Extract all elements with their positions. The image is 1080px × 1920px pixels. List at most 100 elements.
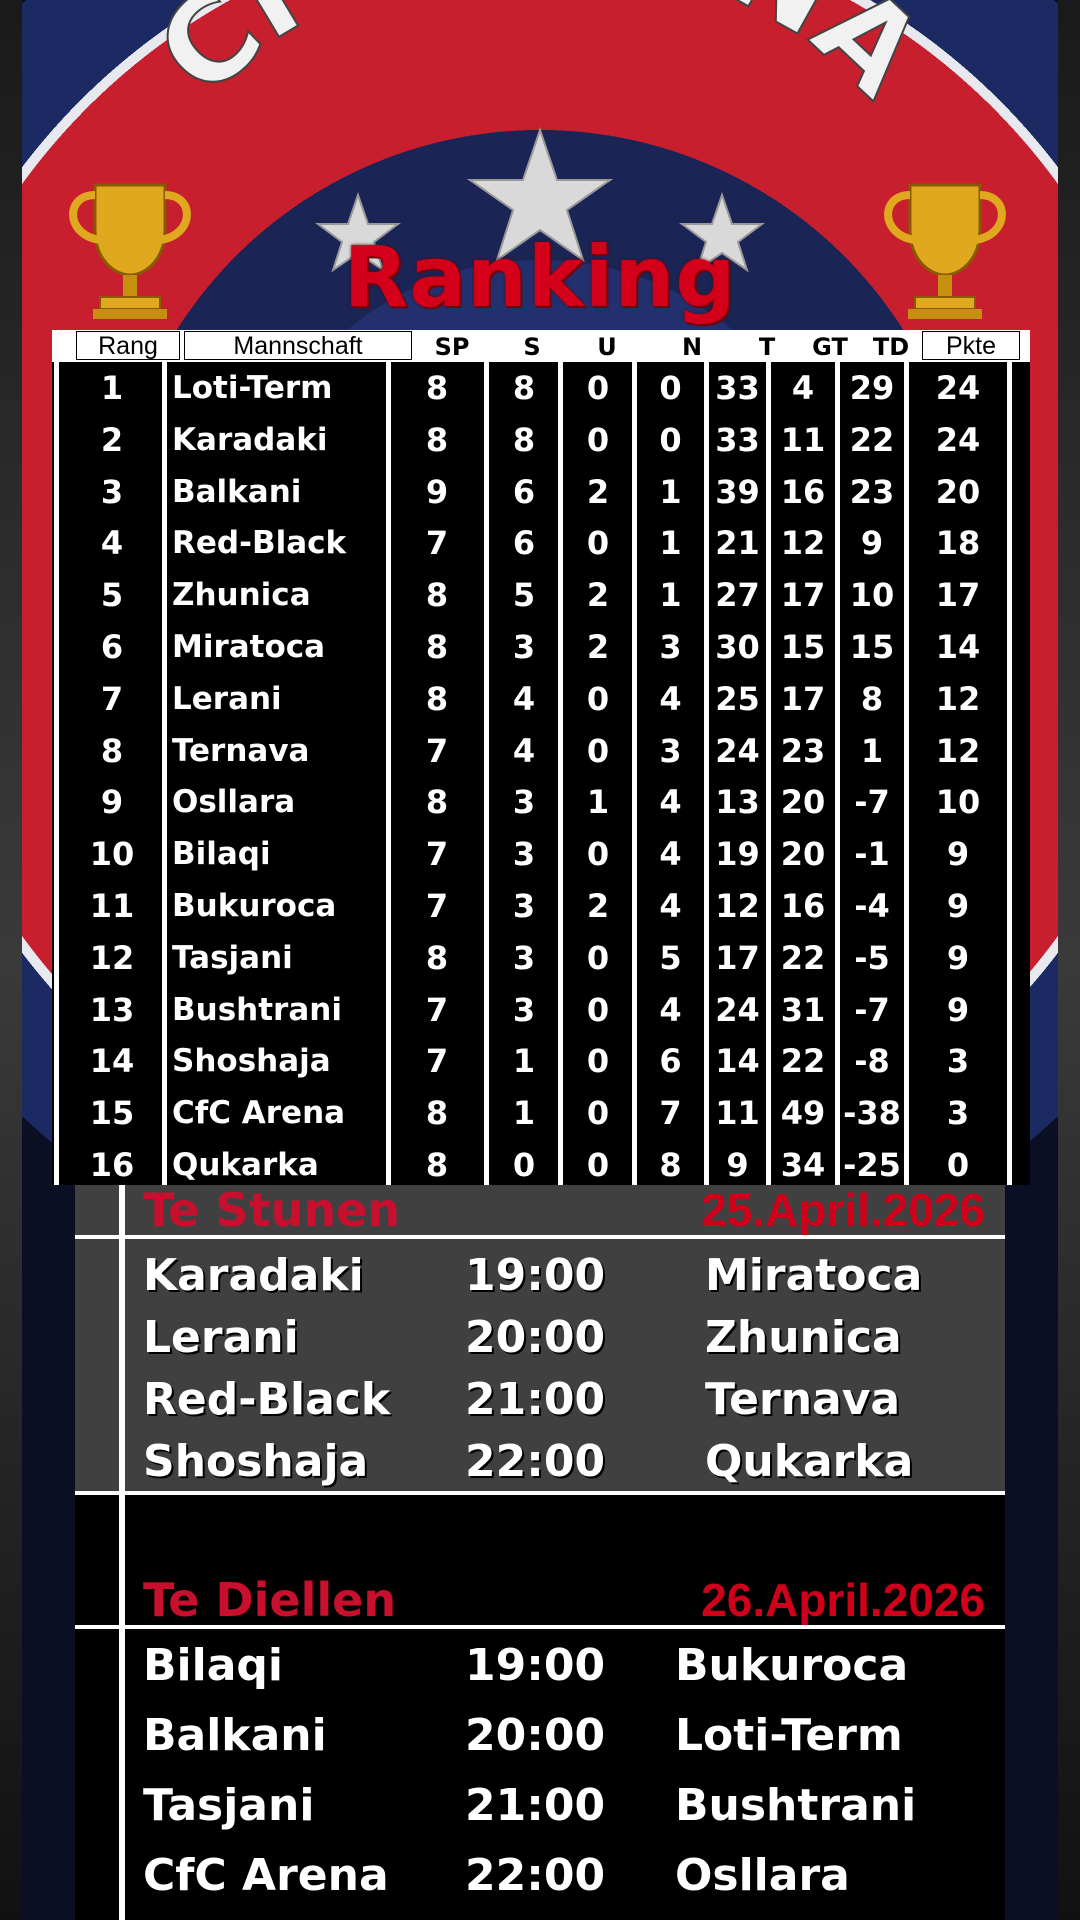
goal-diff-cell: 10: [849, 576, 895, 615]
away-team: Bukuroca: [675, 1640, 909, 1691]
kickoff-time: 19:00: [465, 1250, 606, 1301]
points-cell: 18: [935, 524, 981, 563]
team-cell: Miratoca: [172, 629, 326, 665]
table-row: 11 Bukuroca 7 3 2 4 12 16 -4 9: [52, 880, 1030, 932]
kickoff-time: 22:00: [465, 1850, 606, 1901]
losses-cell: 0: [659, 369, 682, 407]
table-header: Rang Mannschaft SP S U N T GT TD Pkte: [52, 330, 1030, 362]
rank-cell: 4: [100, 524, 124, 563]
goals-against-cell: 16: [780, 887, 826, 925]
table-row: 9 Osllara 8 3 1 4 13 20 -7 10: [52, 776, 1030, 828]
goals-against-cell: 49: [780, 1094, 826, 1133]
standings-table: Rang Mannschaft SP S U N T GT TD Pkte 1 L…: [52, 330, 1030, 1185]
kickoff-time: 21:00: [465, 1374, 606, 1425]
goals-against-cell: 17: [780, 576, 826, 615]
goal-diff-cell: 22: [849, 420, 895, 459]
kickoff-time: 21:00: [465, 1780, 606, 1831]
draws-cell: 0: [586, 1146, 610, 1184]
goals-against-cell: 11: [780, 420, 826, 459]
table-row: 10 Bilaqi 7 3 0 4 19 20 -1 9: [52, 828, 1030, 880]
losses-cell: 8: [659, 1146, 682, 1184]
away-team: Qukarka: [705, 1436, 914, 1487]
home-team: Bilaqi: [143, 1640, 283, 1691]
fixture-row: CfC Arena 22:00 Osllara: [75, 1843, 1005, 1909]
home-team: CfC Arena: [143, 1850, 389, 1901]
team-cell: Karadaki: [172, 421, 328, 458]
rank-cell: 12: [89, 938, 135, 977]
goals-for-cell: 24: [715, 990, 760, 1029]
losses-cell: 3: [659, 731, 682, 770]
team-cell: Lerani: [172, 680, 282, 717]
header-goals-against: GT: [812, 333, 848, 361]
team-cell: Bushtrani: [172, 991, 342, 1028]
goals-for-cell: 24: [715, 731, 760, 770]
draws-cell: 2: [586, 576, 610, 615]
played-cell: 7: [425, 887, 449, 925]
draws-cell: 2: [586, 628, 610, 666]
goal-diff-cell: 8: [860, 679, 884, 718]
goal-diff-cell: -1: [854, 835, 890, 874]
goal-diff-cell: -38: [843, 1094, 901, 1133]
goals-for-cell: 11: [715, 1094, 760, 1133]
losses-cell: 4: [659, 887, 682, 925]
fixture-row: Karadaki 19:00 Miratoca: [75, 1243, 1005, 1309]
goal-diff-cell: -4: [854, 887, 890, 925]
goals-for-cell: 33: [715, 420, 760, 459]
wins-cell: 4: [512, 731, 536, 770]
goals-for-cell: 14: [715, 1042, 760, 1081]
rank-cell: 9: [100, 783, 124, 822]
played-cell: 8: [425, 783, 449, 822]
team-cell: Loti-Term: [172, 370, 333, 406]
rank-cell: 2: [100, 420, 124, 459]
goals-against-cell: 16: [780, 472, 826, 511]
rank-cell: 3: [100, 472, 124, 511]
losses-cell: 0: [659, 420, 682, 459]
home-team: Karadaki: [143, 1250, 364, 1301]
home-team: Red-Black: [143, 1374, 391, 1425]
header-draws: U: [597, 333, 617, 361]
points-cell: 17: [935, 576, 981, 615]
played-cell: 8: [425, 679, 449, 718]
table-row: 7 Lerani 8 4 0 4 25 17 8 12: [52, 673, 1030, 725]
losses-cell: 1: [659, 576, 682, 615]
away-team: Zhunica: [705, 1312, 902, 1363]
home-team: Balkani: [143, 1710, 327, 1761]
goals-against-cell: 4: [791, 369, 815, 407]
wins-cell: 5: [512, 576, 536, 615]
losses-cell: 6: [659, 1042, 682, 1081]
played-cell: 7: [425, 524, 449, 563]
goals-against-cell: 15: [780, 628, 826, 666]
fixture-day-header: Te Stunen 25.April.2026: [75, 1185, 1005, 1235]
goal-diff-cell: 1: [860, 731, 884, 770]
club-name-arc: CFC ARENA: [131, 0, 950, 122]
table-row: 6 Miratoca 8 3 2 3 30 15 15 14: [52, 621, 1030, 673]
draws-cell: 0: [586, 420, 610, 459]
team-cell: Bukuroca: [172, 888, 337, 924]
away-team: Loti-Term: [675, 1710, 903, 1761]
fixture-divider: [75, 1235, 1005, 1239]
goals-for-cell: 33: [715, 369, 760, 407]
table-row: 1 Loti-Term 8 8 0 0 33 4 29 24: [52, 362, 1030, 414]
fixture-row: Bilaqi 19:00 Bukuroca: [75, 1633, 1005, 1699]
team-cell: Shoshaja: [172, 1043, 331, 1080]
points-cell: 3: [946, 1042, 970, 1081]
kickoff-time: 19:00: [465, 1640, 606, 1691]
team-cell: Zhunica: [172, 577, 311, 614]
fixture-side-bar: [119, 1495, 125, 1575]
points-cell: 20: [935, 472, 981, 511]
fixture-day-block: Te Diellen 26.April.2026 Bilaqi 19:00 Bukuro…: [75, 1575, 1005, 1920]
goals-for-cell: 27: [715, 576, 760, 615]
header-wins: S: [523, 333, 541, 361]
goals-for-cell: 25: [715, 679, 760, 718]
goal-diff-cell: -7: [854, 783, 890, 822]
fixture-spacer: [75, 1495, 1005, 1575]
draws-cell: 0: [586, 369, 610, 407]
losses-cell: 1: [659, 472, 682, 511]
draws-cell: 0: [586, 1094, 610, 1133]
team-cell: Bilaqi: [172, 836, 271, 873]
team-cell: Red-Black: [172, 525, 347, 562]
table-row: 2 Karadaki 8 8 0 0 33 11 22 24: [52, 414, 1030, 466]
wins-cell: 8: [512, 420, 536, 459]
fixture-row: Red-Black 21:00 Ternava: [75, 1367, 1005, 1433]
played-cell: 7: [425, 835, 449, 874]
